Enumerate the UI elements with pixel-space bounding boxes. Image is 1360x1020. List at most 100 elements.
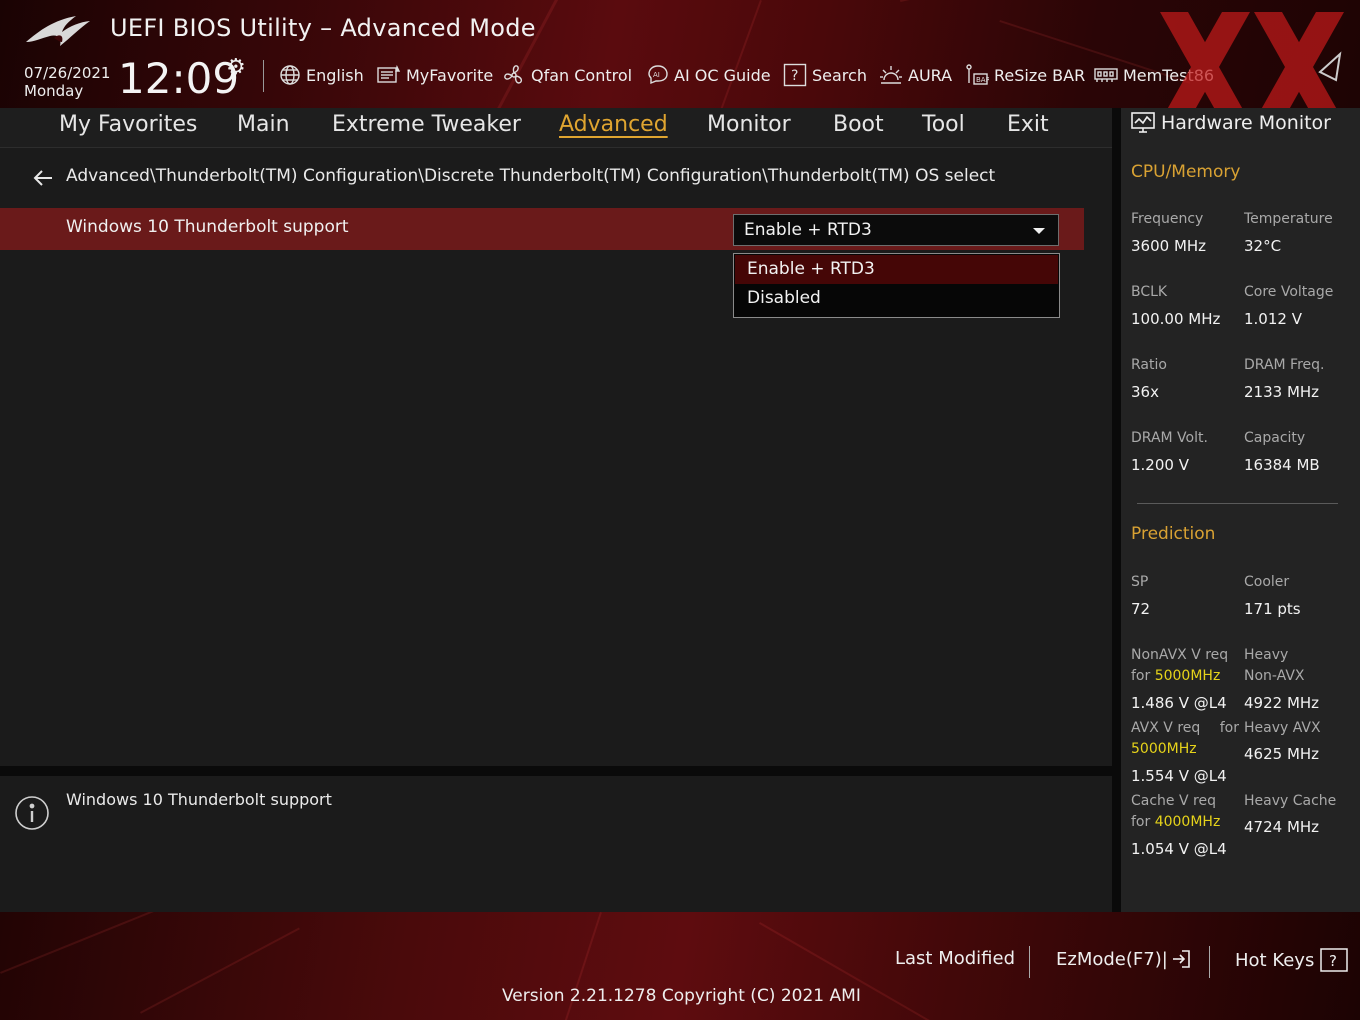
settings-panel: Advanced\Thunderbolt(TM) Configuration\D…: [0, 148, 1112, 766]
footer-separator: [1029, 946, 1030, 978]
resize-bar-button[interactable]: BAR ReSize BAR: [965, 63, 1085, 87]
heavy-cache-label: Heavy Cache: [1244, 793, 1337, 809]
dropdown-options-list: Enable + RTD3 Disabled: [733, 253, 1060, 318]
tab-exit[interactable]: Exit: [1007, 112, 1049, 137]
app-title: UEFI BIOS Utility – Advanced Mode: [110, 14, 536, 42]
tab-extreme-tweaker[interactable]: Extreme Tweaker: [332, 112, 521, 137]
header-separator: [263, 60, 264, 92]
frequency-value: 3600 MHz: [1131, 237, 1207, 255]
qfan-control-label: Qfan Control: [531, 65, 633, 85]
select-current-value: Enable + RTD3: [744, 220, 872, 240]
dram-volt-label: DRAM Volt.: [1131, 430, 1208, 446]
capacity-value: 16384 MB: [1244, 456, 1320, 474]
panel-gap: [1112, 108, 1121, 912]
cache-vreq-label: Cache V req for 4000MHz: [1131, 791, 1220, 833]
bclk-value: 100.00 MHz: [1131, 310, 1221, 328]
help-panel: Windows 10 Thunderbolt support: [0, 776, 1112, 912]
ai-oc-guide-button[interactable]: AI AI OC Guide: [647, 63, 771, 87]
search-button[interactable]: ? Search: [783, 63, 867, 87]
aura-light-icon: [880, 66, 902, 84]
tab-boot[interactable]: Boot: [833, 112, 884, 137]
nonavx-for-text: for: [1131, 668, 1155, 684]
avx-for-text: for: [1219, 720, 1239, 736]
resize-bar-label: ReSize BAR: [994, 65, 1086, 85]
avx-vreq-text: AVX V req: [1131, 720, 1201, 736]
avx-vreq-label: AVX V req for 5000MHz: [1131, 718, 1239, 760]
date-display: 07/26/2021 Monday: [24, 64, 110, 100]
breadcrumb: Advanced\Thunderbolt(TM) Configuration\D…: [66, 166, 996, 186]
sp-label: SP: [1131, 574, 1149, 590]
os-select-dropdown[interactable]: Enable + RTD3: [733, 214, 1059, 246]
nonavx-vreq-label: NonAVX V req for 5000MHz: [1131, 645, 1228, 687]
hardware-monitor-title: Hardware Monitor: [1131, 112, 1331, 134]
heavy-nonavx-value: 4922 MHz: [1244, 694, 1320, 712]
svg-text:BAR: BAR: [976, 76, 989, 84]
myfavorite-button[interactable]: MyFavorite: [377, 63, 493, 87]
tab-tool[interactable]: Tool: [922, 112, 965, 137]
day-text: Monday: [24, 82, 84, 100]
avx-target-freq: 5000MHz: [1131, 741, 1197, 757]
cooler-label: Cooler: [1244, 574, 1290, 590]
dram-freq-value: 2133 MHz: [1244, 383, 1320, 401]
tab-my-favorites[interactable]: My Favorites: [59, 112, 197, 137]
ratio-label: Ratio: [1131, 357, 1167, 373]
cache-label-line1: Cache V req: [1131, 793, 1216, 809]
hw-section-divider: [1137, 503, 1338, 504]
prediction-section-title: Prediction: [1131, 524, 1216, 544]
date-text: 07/26/2021: [24, 64, 111, 82]
avx-label-line1: AVX V req for: [1131, 718, 1239, 739]
temperature-label: Temperature: [1244, 211, 1333, 227]
ezmode-button[interactable]: EzMode(F7)|: [1056, 948, 1192, 970]
xx-watermark-icon: [1160, 12, 1344, 108]
clock-settings-gear-icon[interactable]: ⚙: [226, 55, 246, 80]
aura-button[interactable]: AURA: [879, 63, 952, 87]
cache-vreq-value: 1.054 V @L4: [1131, 840, 1227, 858]
chevron-down-icon: [1033, 228, 1045, 234]
qfan-control-button[interactable]: Qfan Control: [502, 63, 632, 87]
clock-time[interactable]: 12:09: [118, 54, 239, 103]
nonavx-target-freq: 5000MHz: [1154, 668, 1221, 684]
dram-volt-value: 1.200 V: [1131, 456, 1189, 474]
heavy-nonavx-label: Heavy Non-AVX: [1244, 645, 1305, 687]
myfavorite-label: MyFavorite: [406, 65, 494, 85]
hot-keys-label: Hot Keys: [1235, 949, 1315, 971]
sp-value: 72: [1131, 600, 1151, 618]
last-modified-label: Last Modified: [895, 948, 1016, 969]
last-modified-button[interactable]: Last Modified: [895, 948, 1015, 969]
tab-monitor[interactable]: Monitor: [707, 112, 791, 137]
option-enable-rtd3[interactable]: Enable + RTD3: [735, 255, 1058, 284]
tab-advanced[interactable]: Advanced: [559, 112, 668, 137]
ai-oc-guide-label: AI OC Guide: [674, 65, 771, 85]
memory-icon: [1094, 68, 1118, 82]
bclk-label: BCLK: [1131, 284, 1168, 300]
cpu-memory-section-title: CPU/Memory: [1131, 162, 1241, 182]
footer-bar: Last Modified EzMode(F7)| Hot Keys ? Ver…: [0, 912, 1360, 1020]
svg-text:?: ?: [791, 68, 798, 84]
version-copyright: Version 2.21.1278 Copyright (C) 2021 AMI: [502, 986, 861, 1006]
cache-target-freq: 4000MHz: [1154, 814, 1221, 830]
svg-text:?: ?: [1329, 952, 1337, 970]
capacity-label: Capacity: [1244, 430, 1306, 446]
language-button[interactable]: English: [279, 63, 364, 87]
cache-for-text: for: [1131, 814, 1155, 830]
rog-logo-icon: [26, 16, 90, 46]
fan-icon: [504, 65, 523, 84]
language-label: English: [306, 65, 364, 85]
setting-row-thunderbolt-support[interactable]: Windows 10 Thunderbolt support Enable + …: [0, 208, 1084, 250]
core-voltage-value: 1.012 V: [1244, 310, 1302, 328]
nonavx-label-line1: NonAVX V req: [1131, 647, 1229, 663]
back-arrow-icon[interactable]: [32, 168, 54, 188]
avx-vreq-value: 1.554 V @L4: [1131, 767, 1227, 785]
dram-freq-label: DRAM Freq.: [1244, 357, 1325, 373]
info-icon: [15, 796, 49, 830]
tab-main[interactable]: Main: [237, 112, 290, 137]
hardware-monitor-title-text: Hardware Monitor: [1161, 112, 1331, 134]
hot-keys-button[interactable]: Hot Keys ?: [1235, 948, 1349, 972]
monitor-screen-icon: [1131, 112, 1155, 133]
globe-icon: [280, 65, 300, 85]
ezmode-label: EzMode(F7)|: [1056, 948, 1168, 970]
exit-to-ezmode-icon: [1172, 950, 1190, 968]
option-disabled[interactable]: Disabled: [735, 284, 1058, 313]
frequency-label: Frequency: [1131, 211, 1204, 227]
resize-bar-icon: BAR: [966, 64, 989, 85]
